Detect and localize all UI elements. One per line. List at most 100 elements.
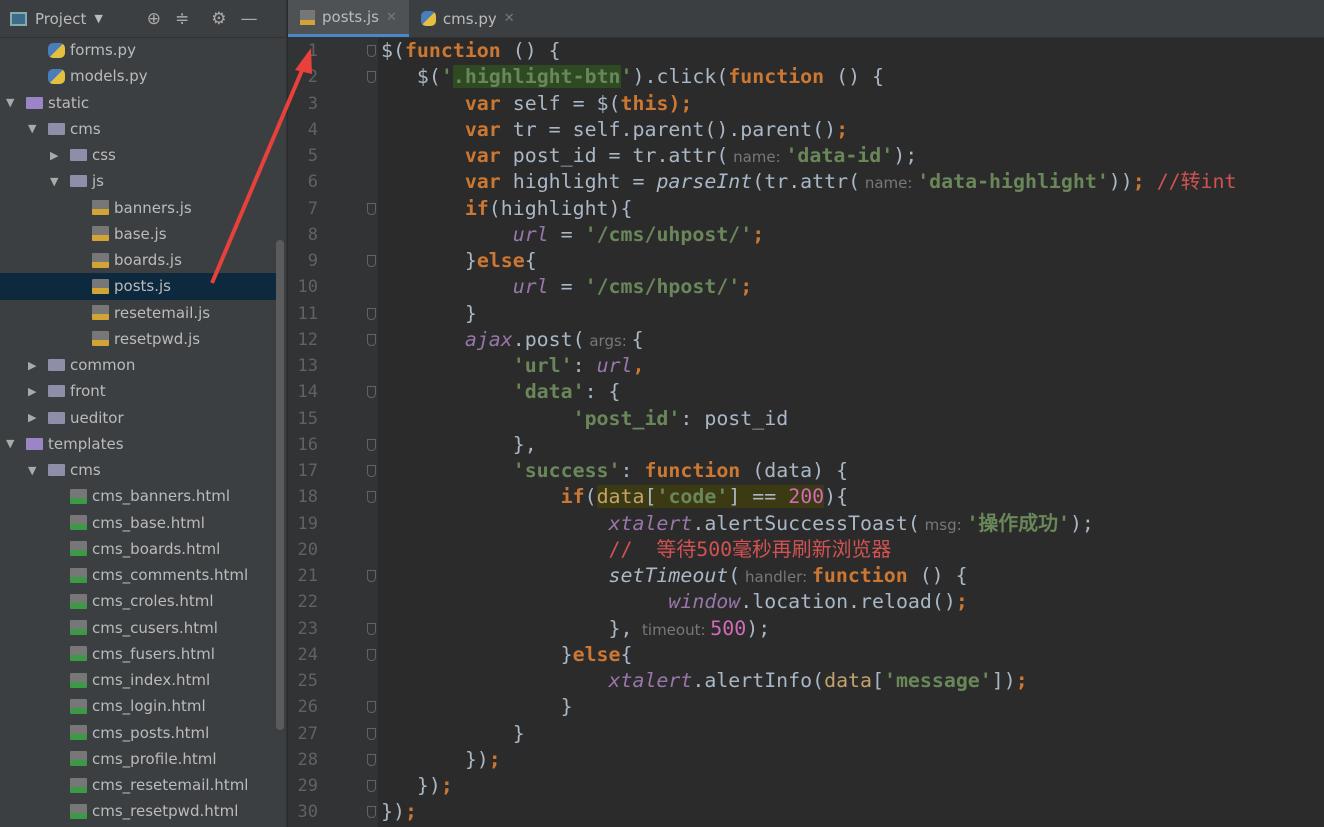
code-line: 'url': url, [381,353,1236,379]
code-token: ; [740,275,753,299]
tree-item[interactable]: cms_base.html [0,510,276,536]
html-file-icon [70,698,87,714]
fold-marker-icon[interactable] [367,727,376,740]
tree-item[interactable]: cms_croles.html [0,588,276,614]
gear-icon[interactable]: ⚙ [211,9,226,29]
tab-cms-py[interactable]: cms.py ✕ [409,0,527,37]
tree-item[interactable]: base.js [0,221,276,247]
code-token: } [381,721,525,745]
locate-icon[interactable]: ⊕ [147,9,161,29]
chevron-down-icon[interactable]: ▼ [28,464,40,477]
tab-posts-js[interactable]: posts.js ✕ [288,0,409,37]
fold-marker-icon[interactable] [367,491,376,504]
scrollbar[interactable] [276,240,284,730]
tree-item-label: base.js [114,224,167,243]
fold-marker-icon[interactable] [367,701,376,714]
line-number: 11 [297,303,318,324]
code-token: 'code' [656,485,729,509]
tree-item[interactable]: cms_index.html [0,667,276,693]
folder-icon [70,149,87,162]
folder-icon [26,437,43,450]
tree-item[interactable]: ▼ static [0,90,276,116]
tree-item[interactable]: cms_profile.html [0,746,276,772]
js-file-icon [92,226,109,242]
fold-marker-icon[interactable] [367,202,376,215]
tree-item[interactable]: ▶ common [0,352,276,378]
tree-item[interactable]: resetpwd.js [0,326,276,352]
fold-marker-icon[interactable] [367,71,376,84]
fold-marker-icon[interactable] [367,753,376,766]
code-token: (highlight){ [488,196,633,220]
chevron-down-icon[interactable]: ▼ [28,122,40,135]
tree-item[interactable]: ▶ css [0,142,276,168]
fold-marker-icon[interactable] [367,465,376,477]
code-token: ; [752,222,765,246]
tree-item[interactable]: cms_resetemail.html [0,772,276,798]
tree-item[interactable]: posts.js [0,273,276,300]
code-line: // 等待500毫秒再刷新浏览器 [381,537,1236,563]
code-token: 'success' [512,459,621,482]
fold-marker-icon[interactable] [367,780,376,792]
chevron-down-icon[interactable]: ▼ [6,96,18,109]
tree-item[interactable]: cms_banners.html [0,483,276,509]
close-icon[interactable]: ✕ [386,10,397,25]
editor-tabs: posts.js ✕ cms.py ✕ [288,0,1324,38]
tree-item[interactable]: ▼ js [0,168,276,194]
tree-item[interactable]: ▶ ueditor [0,405,276,431]
tree-item[interactable]: ▶ front [0,378,276,404]
tree-item[interactable]: cms_comments.html [0,562,276,588]
tree-item[interactable]: models.py [0,63,276,89]
fold-marker-icon[interactable] [367,255,376,267]
project-tree: forms.py models.py ▼ static ▼ cms ▶ css ▼ js banne… [0,37,276,825]
tree-item[interactable]: banners.js [0,195,276,221]
tree-item[interactable]: ▼ cms [0,116,276,142]
code-token: parseInt [656,170,753,194]
tree-item-label: cms_index.html [92,671,211,690]
hide-panel-icon[interactable]: — [241,9,258,29]
fold-marker-icon[interactable] [367,806,376,819]
close-icon[interactable]: ✕ [504,11,515,26]
tree-item[interactable]: ▼ cms [0,457,276,483]
tree-item[interactable]: cms_resetpwd.html [0,798,276,824]
code-token: xtalert [608,669,693,692]
code-editor[interactable]: $(function () { $('.highlight-btn').clic… [381,38,1236,826]
tree-item[interactable]: cms_boards.html [0,536,276,562]
collapse-all-icon[interactable]: ≑ [175,9,189,29]
tree-item[interactable]: cms_posts.html [0,720,276,746]
js-file-icon [92,252,109,268]
project-view-selector[interactable]: Project [35,10,86,28]
fold-marker-icon[interactable] [367,570,376,582]
fold-marker-icon[interactable] [367,438,376,451]
fold-marker-icon[interactable] [367,386,376,399]
chevron-right-icon[interactable]: ▶ [28,359,40,372]
line-number: 29 [297,776,318,796]
tree-item[interactable]: cms_cusers.html [0,615,276,641]
tree-item[interactable]: cms_login.html [0,693,276,719]
tree-item[interactable]: forms.py [0,37,276,63]
tab-label: cms.py [442,9,497,28]
fold-marker-icon[interactable] [367,45,376,57]
code-token: ; [1015,669,1028,692]
tree-item[interactable]: cms_fusers.html [0,641,276,667]
chevron-right-icon[interactable]: ▶ [50,149,62,162]
fold-marker-icon[interactable] [367,648,376,661]
tree-item-label: resetemail.js [114,303,211,322]
html-file-icon [70,593,87,609]
code-token: url [512,275,549,299]
chevron-down-icon[interactable]: ▼ [50,175,62,188]
chevron-down-icon[interactable]: ▼ [6,437,18,450]
code-token: ( [728,564,741,587]
line-number: 4 [307,119,318,140]
chevron-down-icon[interactable]: ▼ [94,12,102,25]
fold-marker-icon[interactable] [367,307,376,320]
code-line: }, timeout: 500); [381,616,1236,642]
tree-item[interactable]: ▼ templates [0,431,276,457]
chevron-right-icon[interactable]: ▶ [28,385,40,398]
chevron-right-icon[interactable]: ▶ [28,411,40,424]
tree-item-label: static [48,93,90,112]
py-file-icon [420,11,436,26]
fold-marker-icon[interactable] [367,622,376,635]
tree-item[interactable]: resetemail.js [0,300,276,326]
tree-item[interactable]: boards.js [0,247,276,273]
fold-marker-icon[interactable] [367,333,376,346]
